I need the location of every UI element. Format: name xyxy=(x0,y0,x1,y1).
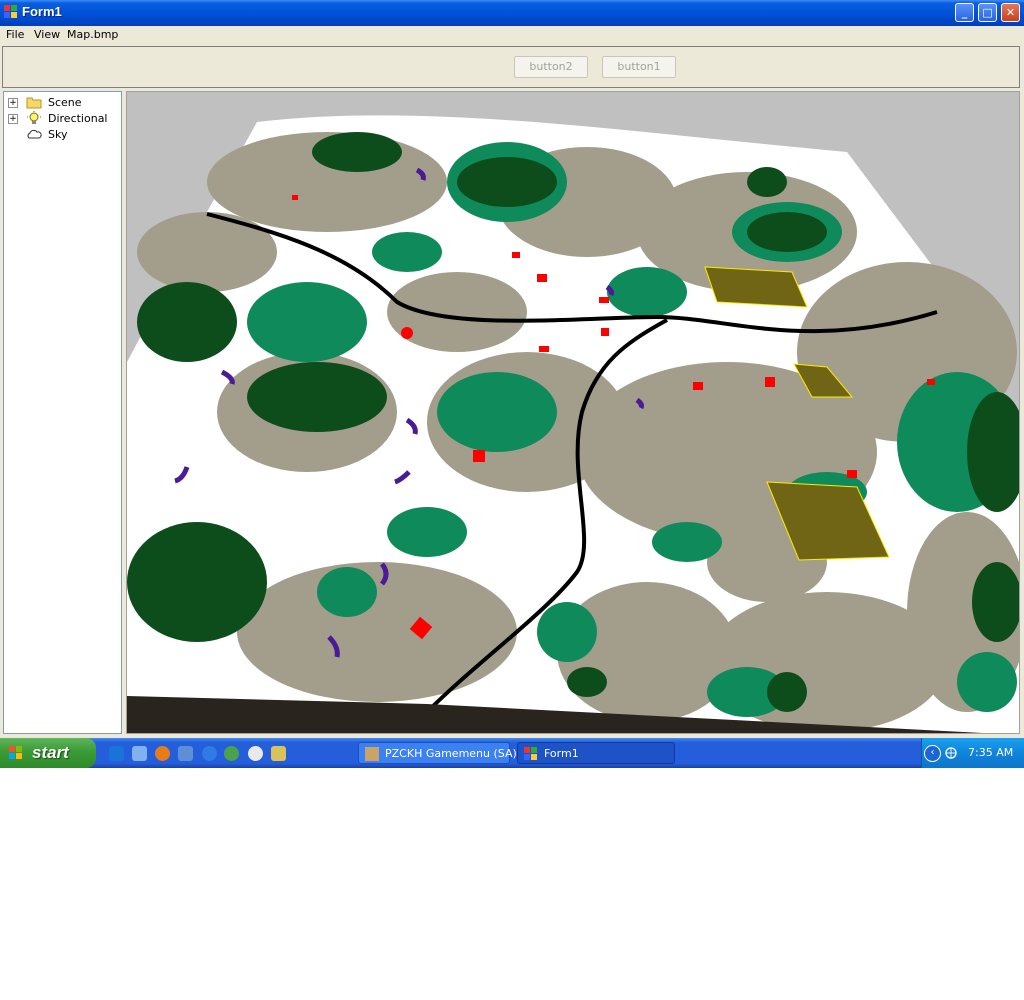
tree-item-label: Sky xyxy=(48,128,68,141)
menu-view[interactable]: View xyxy=(34,28,60,41)
scene-tree[interactable]: + Scene + Directional Sky xyxy=(3,91,122,734)
3d-map-viewport[interactable] xyxy=(126,91,1020,734)
maximize-button[interactable]: □ xyxy=(978,3,997,22)
task-button-form1[interactable]: Form1 xyxy=(517,742,675,764)
outlook-icon[interactable] xyxy=(178,746,193,761)
window-title: Form1 xyxy=(22,4,62,19)
monitor-icon[interactable] xyxy=(271,746,286,761)
expand-icon[interactable]: + xyxy=(8,98,18,108)
chevron-left-icon[interactable]: ‹ xyxy=(924,745,941,762)
button2[interactable]: button2 xyxy=(514,56,588,78)
menu-file[interactable]: File xyxy=(6,28,24,41)
start-button[interactable]: start xyxy=(0,738,96,768)
task-label: PZCKH Gamemenu (SA) xyxy=(385,747,517,760)
show-desktop-icon[interactable] xyxy=(132,746,147,761)
toolbar-panel: button2 button1 xyxy=(2,46,1020,88)
chrome-icon[interactable] xyxy=(224,746,239,761)
lightbulb-icon xyxy=(27,111,41,124)
objective-zone[interactable] xyxy=(704,266,808,308)
minimize-button[interactable]: _ xyxy=(955,3,974,22)
menu-map-bmp[interactable]: Map.bmp xyxy=(67,28,118,41)
expand-icon[interactable]: + xyxy=(8,114,18,124)
firefox-icon[interactable] xyxy=(155,746,170,761)
task-button-pzckh[interactable]: PZCKH Gamemenu (SA) xyxy=(358,742,517,764)
start-label: start xyxy=(32,743,69,762)
game-icon xyxy=(365,747,379,761)
close-button[interactable]: ✕ xyxy=(1001,3,1020,22)
menu-bar: File View Map.bmp xyxy=(0,26,1024,45)
terrain-map[interactable] xyxy=(127,92,1020,734)
task-label: Form1 xyxy=(544,747,579,760)
system-tray: ‹ 7:35 AM xyxy=(921,738,1024,768)
app-icon xyxy=(4,5,18,19)
folder-icon xyxy=(26,97,42,109)
search-icon[interactable] xyxy=(202,746,217,761)
button1[interactable]: button1 xyxy=(602,56,676,78)
cloud-icon xyxy=(27,129,42,139)
internet-explorer-icon[interactable] xyxy=(109,746,124,761)
form-icon xyxy=(524,747,538,761)
network-icon[interactable] xyxy=(944,746,958,760)
clock[interactable]: 7:35 AM xyxy=(968,746,1013,759)
tree-item-label: Directional xyxy=(48,112,108,125)
main-window: Form1 _ □ ✕ File View Map.bmp button2 bu… xyxy=(0,0,1024,738)
taskbar: start PZCKH Gamemenu (SA) Form1 ‹ 7:35 A… xyxy=(0,738,1024,768)
windows-logo-icon xyxy=(9,746,23,760)
media-player-icon[interactable] xyxy=(248,746,263,761)
title-bar[interactable]: Form1 _ □ ✕ xyxy=(0,0,1024,26)
tree-item-label: Scene xyxy=(48,96,82,109)
